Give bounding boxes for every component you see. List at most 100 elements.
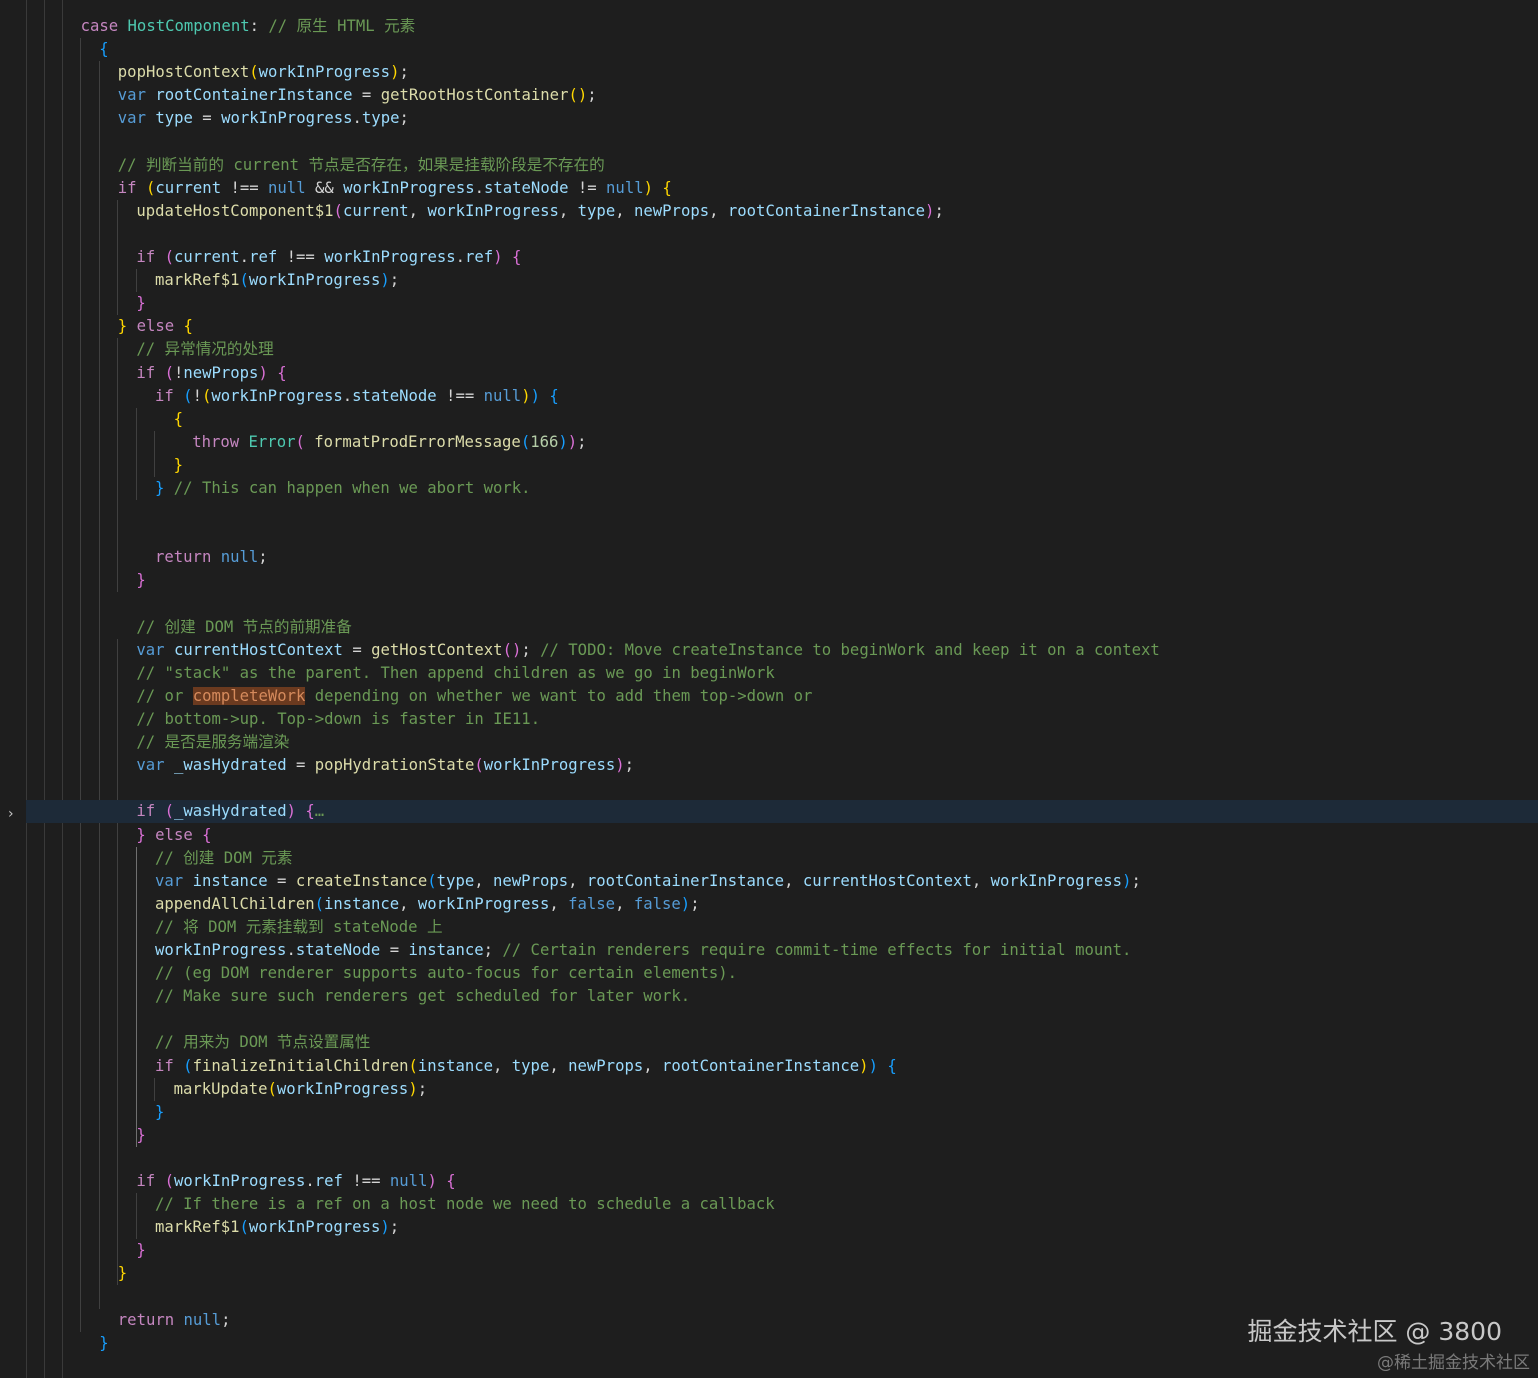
- code-token-keyword: throw: [192, 432, 249, 451]
- code-line[interactable]: var rootContainerInstance = getRootHostC…: [118, 84, 597, 107]
- code-line[interactable]: // Make sure such renderers get schedule…: [155, 985, 690, 1008]
- code-line[interactable]: // or completeWork depending on whether …: [136, 685, 812, 708]
- code-token-punct: !=: [568, 178, 607, 197]
- code-line[interactable]: // 将 DOM 元素挂载到 stateNode 上: [155, 916, 443, 939]
- code-token-punct: .: [474, 178, 484, 197]
- code-line[interactable]: markRef$1(workInProgress);: [155, 269, 399, 292]
- code-line[interactable]: return null;: [118, 1309, 231, 1332]
- code-token-variable: instance: [417, 1056, 493, 1075]
- code-token-punct: .: [305, 1172, 315, 1190]
- code-token-comment: depending on whether we want to add them…: [305, 686, 813, 705]
- code-token-bracket3: }: [155, 479, 165, 497]
- code-line[interactable]: appendAllChildren(instance, workInProgre…: [155, 893, 700, 916]
- code-token-comment: // 是否是服务端渲染: [136, 733, 290, 752]
- code-token-keyword: else: [127, 317, 184, 336]
- code-line[interactable]: var _wasHydrated = popHydrationState(wor…: [136, 754, 634, 777]
- code-line[interactable]: throw Error( formatProdErrorMessage(166)…: [192, 431, 586, 454]
- code-line[interactable]: } else {: [136, 824, 211, 847]
- code-token-punct: ,: [474, 871, 494, 890]
- code-token-variable: _wasHydrated: [173, 756, 287, 775]
- code-line[interactable]: case HostComponent: // 原生 HTML 元素: [81, 15, 416, 38]
- code-token-bracket3: (: [427, 871, 437, 890]
- code-line[interactable]: }: [118, 1262, 127, 1285]
- code-token-punct: ;: [399, 109, 409, 128]
- code-token-bracket1: ): [859, 1056, 869, 1075]
- code-line[interactable]: // 判断当前的 current 节点是否存在，如果是挂载阶段是不存在的: [118, 154, 605, 177]
- code-line[interactable]: if (current.ref !== workInProgress.ref) …: [136, 246, 521, 269]
- code-line[interactable]: }: [136, 569, 145, 592]
- code-line[interactable]: }: [174, 454, 183, 477]
- code-line[interactable]: updateHostComponent$1(current, workInPro…: [136, 200, 943, 223]
- code-token-variable: workInProgress: [343, 178, 475, 197]
- code-line[interactable]: popHostContext(workInProgress);: [118, 61, 409, 84]
- code-token-function: finalizeInitialChildren: [192, 1056, 409, 1075]
- code-token-bracket3: }: [155, 1102, 165, 1121]
- code-line[interactable]: var currentHostContext = getHostContext(…: [136, 639, 1159, 662]
- code-line[interactable]: // 创建 DOM 节点的前期准备: [136, 616, 351, 639]
- code-line[interactable]: // 创建 DOM 元素: [155, 847, 292, 870]
- code-line[interactable]: // If there is a ref on a host node we n…: [155, 1193, 775, 1216]
- code-line[interactable]: }: [99, 1332, 108, 1355]
- code-token-storage: var: [117, 86, 156, 105]
- code-token-storage: null: [606, 178, 644, 197]
- code-line[interactable]: }: [155, 1101, 164, 1124]
- code-token-variable: type: [577, 201, 616, 220]
- code-token-punct: ,: [568, 871, 587, 890]
- code-line[interactable]: // 异常情况的处理: [136, 338, 273, 361]
- code-token-variable: instance: [192, 871, 268, 890]
- code-token-bracket1: (: [249, 63, 259, 82]
- code-token-punct: .: [352, 109, 362, 128]
- code-token-punct: .: [455, 248, 466, 266]
- code-token-bracket2: }: [136, 571, 146, 590]
- code-token-bracket1: ): [643, 178, 653, 197]
- code-line[interactable]: if (!newProps) {: [136, 362, 286, 385]
- code-line[interactable]: }: [136, 1124, 145, 1147]
- code-line[interactable]: markUpdate(workInProgress);: [174, 1078, 428, 1101]
- gutter-divider: [26, 0, 27, 1378]
- code-token-keyword: if: [117, 178, 146, 197]
- code-token-variable: rootContainerInstance: [662, 1056, 860, 1075]
- code-token-punct: ;: [483, 941, 503, 959]
- code-token-bracket1: {: [183, 317, 193, 336]
- search-highlight: completeWork: [192, 686, 306, 705]
- code-token-variable: rootContainerInstance: [586, 871, 785, 890]
- code-line[interactable]: {: [174, 408, 183, 431]
- code-line[interactable]: // 用来为 DOM 节点设置属性: [155, 1031, 370, 1054]
- code-token-bracket1: }: [117, 1264, 128, 1283]
- indent-guide: [154, 1077, 155, 1101]
- code-line[interactable]: if (!(workInProgress.stateNode !== null)…: [155, 385, 559, 408]
- code-line[interactable]: workInProgress.stateNode = instance; // …: [155, 939, 1131, 962]
- code-line[interactable]: var instance = createInstance(type, newP…: [155, 870, 1141, 893]
- code-line[interactable]: if (current !== null && workInProgress.s…: [118, 177, 672, 200]
- code-line[interactable]: var type = workInProgress.type;: [118, 107, 409, 130]
- code-line[interactable]: markRef$1(workInProgress);: [155, 1216, 399, 1239]
- code-line[interactable]: return null;: [155, 546, 268, 569]
- code-token-variable: workInProgress: [324, 248, 456, 266]
- code-line[interactable]: // bottom->up. Top->down is faster in IE…: [136, 708, 540, 731]
- chevron-right-icon[interactable]: ›: [8, 804, 14, 824]
- code-token-punct: ,: [709, 201, 728, 220]
- code-token-comment: // 原生 HTML 元素: [268, 17, 416, 35]
- code-token-punct: [164, 479, 173, 497]
- code-token-comment: // (eg DOM renderer supports auto-focus …: [155, 964, 738, 983]
- code-line[interactable]: if (_wasHydrated) {…: [26, 800, 1538, 824]
- code-token-bracket2: (: [333, 201, 343, 220]
- code-line[interactable]: {: [99, 38, 108, 61]
- code-line[interactable]: }: [136, 1239, 145, 1262]
- code-editor[interactable]: › case HostComponent: // 原生 HTML 元素 {popH…: [0, 0, 1538, 1378]
- code-line[interactable]: } else {: [118, 315, 193, 338]
- code-token-punct: !==: [436, 386, 484, 405]
- code-line[interactable]: // "stack" as the parent. Then append ch…: [136, 662, 774, 685]
- code-token-comment: // "stack" as the parent. Then append ch…: [136, 663, 775, 682]
- code-line[interactable]: if (finalizeInitialChildren(instance, ty…: [155, 1055, 897, 1078]
- code-line[interactable]: // (eg DOM renderer supports auto-focus …: [155, 962, 737, 985]
- code-line[interactable]: // 是否是服务端渲染: [136, 731, 289, 754]
- code-token-variable: workInProgress: [211, 386, 343, 405]
- watermark-main: 掘金技术社区 @ 3800: [1247, 1317, 1502, 1346]
- code-token-bracket1: (: [145, 178, 156, 197]
- code-token-keyword: if: [136, 1172, 165, 1190]
- code-token-punct: .: [342, 386, 353, 405]
- code-line[interactable]: } // This can happen when we abort work.: [155, 477, 531, 500]
- code-line[interactable]: }: [136, 292, 145, 315]
- code-line[interactable]: if (workInProgress.ref !== null) {: [136, 1170, 455, 1193]
